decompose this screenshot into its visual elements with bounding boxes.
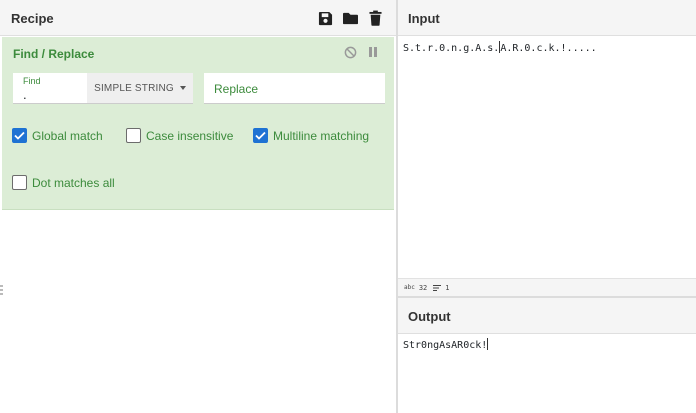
output-text: Str0ngAsAR0ck! — [403, 340, 488, 351]
input-header: Input — [398, 0, 696, 36]
input-pane: Input S.t.r.0.n.g.A.s.A.R.0.c.k.!..... a… — [398, 0, 696, 296]
text-cursor — [487, 338, 489, 350]
output-textarea[interactable]: Str0ngAsAR0ck! — [403, 338, 489, 351]
checkbox-label: Dot matches all — [32, 175, 115, 190]
length-stat: abc 32 — [404, 284, 427, 292]
checkbox-unchecked-icon[interactable] — [12, 175, 27, 190]
replace-placeholder[interactable]: Replace — [214, 82, 258, 96]
input-textarea[interactable]: S.t.r.0.n.g.A.s.A.R.0.c.k.!..... — [403, 41, 597, 54]
recipe-toolbar — [316, 9, 384, 27]
recipe-header: Recipe — [0, 0, 396, 36]
checkbox-unchecked-icon[interactable] — [126, 128, 141, 143]
global-match-checkbox[interactable]: Global match — [12, 128, 103, 143]
replace-field[interactable]: Replace — [204, 73, 385, 104]
input-status-bar: abc 32 1 — [398, 278, 696, 296]
checkbox-label: Global match — [32, 128, 103, 143]
find-label: Find — [23, 76, 41, 86]
output-title: Output — [408, 309, 451, 324]
output-pane: Output Str0ngAsAR0ck! — [398, 298, 696, 413]
input-text-before-cursor: S.t.r.0.n.g.A.s. — [403, 43, 500, 54]
trash-icon[interactable] — [366, 9, 384, 27]
case-insensitive-checkbox[interactable]: Case insensitive — [126, 128, 233, 143]
recipe-pane: Recipe Find / Replace Find . SIMPLE STRI… — [0, 0, 396, 413]
checkbox-checked-icon[interactable] — [253, 128, 268, 143]
checkbox-label: Multiline matching — [273, 128, 370, 143]
folder-icon[interactable] — [341, 9, 359, 27]
input-title: Input — [408, 11, 440, 26]
find-replace-operation: Find / Replace Find . SIMPLE STRING Repl… — [2, 37, 394, 210]
dot-matches-all-checkbox[interactable]: Dot matches all — [12, 175, 115, 190]
abc-icon: abc — [404, 284, 415, 291]
output-header: Output — [398, 298, 696, 334]
caret-down-icon — [179, 86, 186, 90]
find-field[interactable]: Find . — [13, 73, 87, 104]
lines-value: 1 — [445, 283, 450, 292]
operation-title: Find / Replace — [13, 47, 95, 61]
input-text-after-cursor: A.R.0.c.k.!..... — [500, 43, 597, 54]
checkbox-checked-icon[interactable] — [12, 128, 27, 143]
find-type-label: SIMPLE STRING — [94, 82, 174, 94]
lines-stat: 1 — [433, 283, 450, 292]
pane-resize-handle[interactable] — [0, 285, 3, 297]
lines-icon — [433, 284, 442, 291]
find-type-dropdown[interactable]: SIMPLE STRING — [87, 73, 193, 104]
multiline-matching-checkbox[interactable]: Multiline matching — [253, 128, 369, 143]
pause-icon[interactable] — [366, 45, 380, 59]
checkbox-label: Case insensitive — [146, 128, 234, 143]
find-value[interactable]: . — [23, 87, 27, 102]
disable-icon[interactable] — [343, 45, 357, 59]
operation-controls — [343, 45, 380, 59]
length-value: 32 — [418, 283, 428, 292]
recipe-title: Recipe — [11, 11, 54, 26]
save-icon[interactable] — [316, 9, 334, 27]
